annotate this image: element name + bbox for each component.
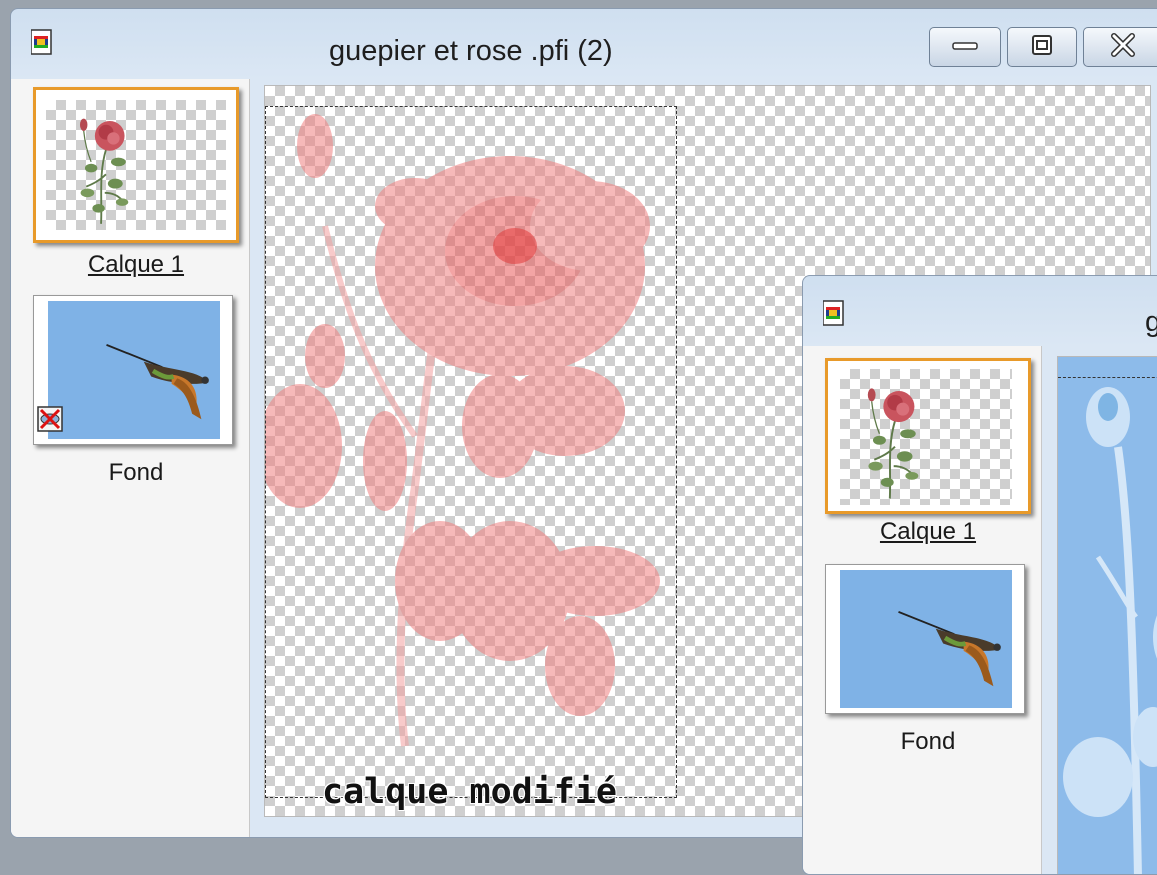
caption-text: calque modifié [322, 772, 618, 812]
minimize-button[interactable] [929, 27, 1001, 67]
layer-name-fond[interactable]: Fond [71, 459, 201, 487]
window-title: g [1145, 306, 1157, 339]
layer-name-calque-1[interactable]: Calque 1 [71, 251, 201, 279]
minimize-icon [950, 38, 980, 57]
layers-panel: Calque 1 Fond [11, 79, 250, 837]
rose-image [866, 387, 920, 500]
main-titlebar[interactable]: guepier et rose .pfi (2) [11, 9, 1157, 79]
layers-panel: Calque 1 Fond [803, 346, 1042, 874]
second-titlebar[interactable]: g [803, 276, 1157, 346]
layer-thumbnail-fond[interactable] [33, 295, 233, 445]
layer-preview [48, 301, 220, 439]
close-button[interactable] [1083, 27, 1157, 67]
layer-thumbnail-calque-1[interactable] [825, 358, 1031, 514]
layer-preview [46, 100, 226, 230]
close-icon [1108, 32, 1138, 62]
window-title: guepier et rose .pfi (2) [329, 35, 613, 67]
rose-image [79, 117, 130, 225]
layer-preview [840, 369, 1012, 505]
layer-name-calque-1[interactable]: Calque 1 [863, 518, 993, 546]
layer-thumbnail-fond[interactable] [825, 564, 1025, 714]
film-document-icon[interactable] [30, 29, 53, 61]
layer-thumbnail-calque-1[interactable] [33, 87, 239, 243]
bird-image [104, 343, 216, 423]
image-canvas[interactable] [1057, 356, 1157, 874]
layer-preview [840, 570, 1012, 708]
second-document-window: g Calque 1 Fond [802, 275, 1157, 875]
faded-rose-layer [265, 114, 660, 747]
restore-icon [1029, 32, 1055, 62]
film-document-icon[interactable] [822, 300, 845, 332]
bird-image [896, 610, 1008, 690]
restore-button[interactable] [1007, 27, 1077, 67]
inverted-rose-layer [1063, 387, 1157, 874]
hidden-layer-icon[interactable] [37, 406, 63, 436]
layer-name-fond[interactable]: Fond [863, 728, 993, 756]
